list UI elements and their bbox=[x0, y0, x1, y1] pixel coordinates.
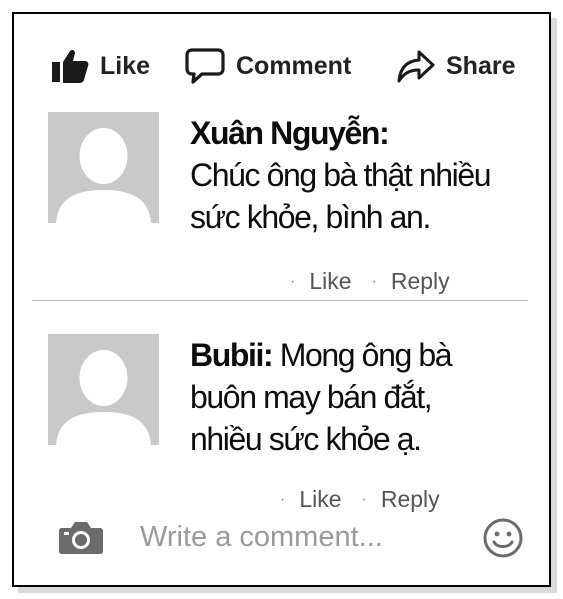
comment-line: sức khỏe, bình an. bbox=[190, 199, 431, 235]
divider bbox=[32, 300, 528, 301]
comment-button[interactable]: Comment bbox=[184, 44, 351, 88]
like-button[interactable]: Like bbox=[50, 44, 150, 88]
avatar[interactable] bbox=[48, 112, 159, 223]
comment-input[interactable] bbox=[140, 520, 460, 554]
comment-like-link[interactable]: Like bbox=[309, 268, 351, 295]
like-label: Like bbox=[100, 51, 151, 80]
comment-author[interactable]: Xuân Nguyễn: bbox=[190, 115, 390, 151]
default-avatar-icon bbox=[48, 334, 159, 445]
smiley-icon[interactable] bbox=[482, 517, 524, 559]
comment-text: Bubii: Mong ông bà buôn may bán đắt, nhi… bbox=[190, 334, 530, 460]
comment-line: nhiều sức khỏe ạ. bbox=[190, 421, 422, 457]
separator-dot: · bbox=[371, 272, 377, 290]
separator-dot: · bbox=[280, 490, 286, 508]
action-bar: Like Comment Share bbox=[36, 44, 526, 88]
comment-meta: · Like · Reply bbox=[290, 268, 450, 295]
comment-item: Xuân Nguyễn: Chúc ông bà thật nhiều sức … bbox=[48, 112, 530, 295]
comment-meta: · Like · Reply bbox=[280, 486, 440, 513]
comment-label: Comment bbox=[236, 51, 352, 80]
thumbs-up-icon bbox=[52, 49, 89, 83]
comment-line: Chúc ông bà thật nhiều bbox=[190, 157, 492, 193]
comment-line: Mong ông bà bbox=[272, 337, 453, 373]
separator-dot: · bbox=[290, 272, 296, 290]
comment-reply-link[interactable]: Reply bbox=[391, 268, 450, 295]
comment-like-link[interactable]: Like bbox=[299, 486, 341, 513]
comment-reply-link[interactable]: Reply bbox=[381, 486, 440, 513]
comment-line: buôn may bán đắt, bbox=[190, 379, 433, 415]
avatar[interactable] bbox=[48, 334, 159, 445]
default-avatar-icon bbox=[48, 112, 159, 223]
camera-icon[interactable] bbox=[58, 520, 104, 554]
share-label: Share bbox=[446, 51, 516, 80]
share-arrow-icon bbox=[397, 50, 435, 83]
separator-dot: · bbox=[361, 490, 367, 508]
write-comment-bar bbox=[58, 516, 528, 560]
share-button[interactable]: Share bbox=[396, 44, 515, 88]
comment-author[interactable]: Bubii: bbox=[190, 337, 274, 373]
comment-text: Xuân Nguyễn: Chúc ông bà thật nhiều sức … bbox=[190, 112, 530, 238]
comment-item: Bubii: Mong ông bà buôn may bán đắt, nhi… bbox=[48, 334, 528, 514]
speech-bubble-icon bbox=[185, 48, 225, 84]
